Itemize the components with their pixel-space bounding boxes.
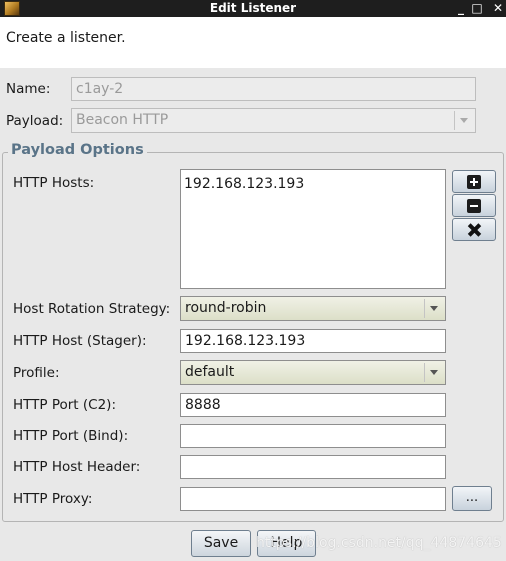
payload-label: Payload: [6, 113, 64, 129]
http-host-header-label: HTTP Host Header: [13, 459, 141, 475]
payload-select-value: Beacon HTTP [76, 112, 169, 128]
http-port-c2-label: HTTP Port (C2): [13, 397, 116, 413]
close-icon [467, 223, 481, 237]
window-title: Edit Listener [209, 1, 297, 15]
http-host-stager-field[interactable]: 192.168.123.193 [180, 329, 446, 353]
maximize-button[interactable]: □ [468, 0, 486, 17]
http-port-bind-field[interactable] [180, 424, 446, 448]
profile-label: Profile: [13, 365, 60, 381]
http-port-bind-label: HTTP Port (Bind): [13, 428, 129, 444]
dialog-header: Create a listener. [0, 17, 506, 68]
chevron-down-icon[interactable] [424, 299, 443, 318]
profile-select[interactable]: default [180, 360, 446, 385]
title-bar: Edit Listener _ □ ✕ [0, 0, 506, 17]
remove-host-button[interactable] [452, 194, 496, 217]
save-button[interactable]: Save [191, 530, 251, 557]
host-rotation-select[interactable]: round-robin [180, 296, 446, 321]
proxy-browse-button[interactable]: ... [452, 486, 492, 511]
payload-options-legend: Payload Options [8, 142, 147, 158]
profile-value: default [185, 364, 235, 380]
http-hosts-label: HTTP Hosts: [13, 175, 95, 191]
http-proxy-label: HTTP Proxy: [13, 491, 93, 507]
dialog-description: Create a listener. [6, 30, 126, 46]
http-host-stager-label: HTTP Host (Stager): [13, 333, 147, 349]
chevron-down-icon[interactable] [424, 363, 443, 382]
close-button[interactable]: ✕ [489, 0, 506, 17]
clear-hosts-button[interactable] [452, 218, 496, 241]
http-hosts-list[interactable]: 192.168.123.193 [180, 169, 446, 289]
http-host-header-field[interactable] [180, 455, 446, 479]
name-label: Name: [6, 81, 51, 97]
watermark: https://blog.csdn.net/qq_44874645 [256, 535, 502, 551]
host-rotation-value: round-robin [185, 300, 267, 316]
chevron-down-icon[interactable] [454, 111, 473, 130]
add-host-button[interactable] [452, 170, 496, 193]
host-rotation-label: Host Rotation Strategy: [13, 301, 171, 317]
http-proxy-field[interactable] [180, 487, 446, 511]
list-item[interactable]: 192.168.123.193 [184, 176, 442, 192]
http-port-c2-field[interactable]: 8888 [180, 393, 446, 417]
payload-select[interactable]: Beacon HTTP [71, 108, 476, 133]
name-field[interactable]: c1ay-2 [71, 77, 476, 101]
plus-icon [467, 175, 481, 189]
minus-icon [467, 199, 481, 213]
